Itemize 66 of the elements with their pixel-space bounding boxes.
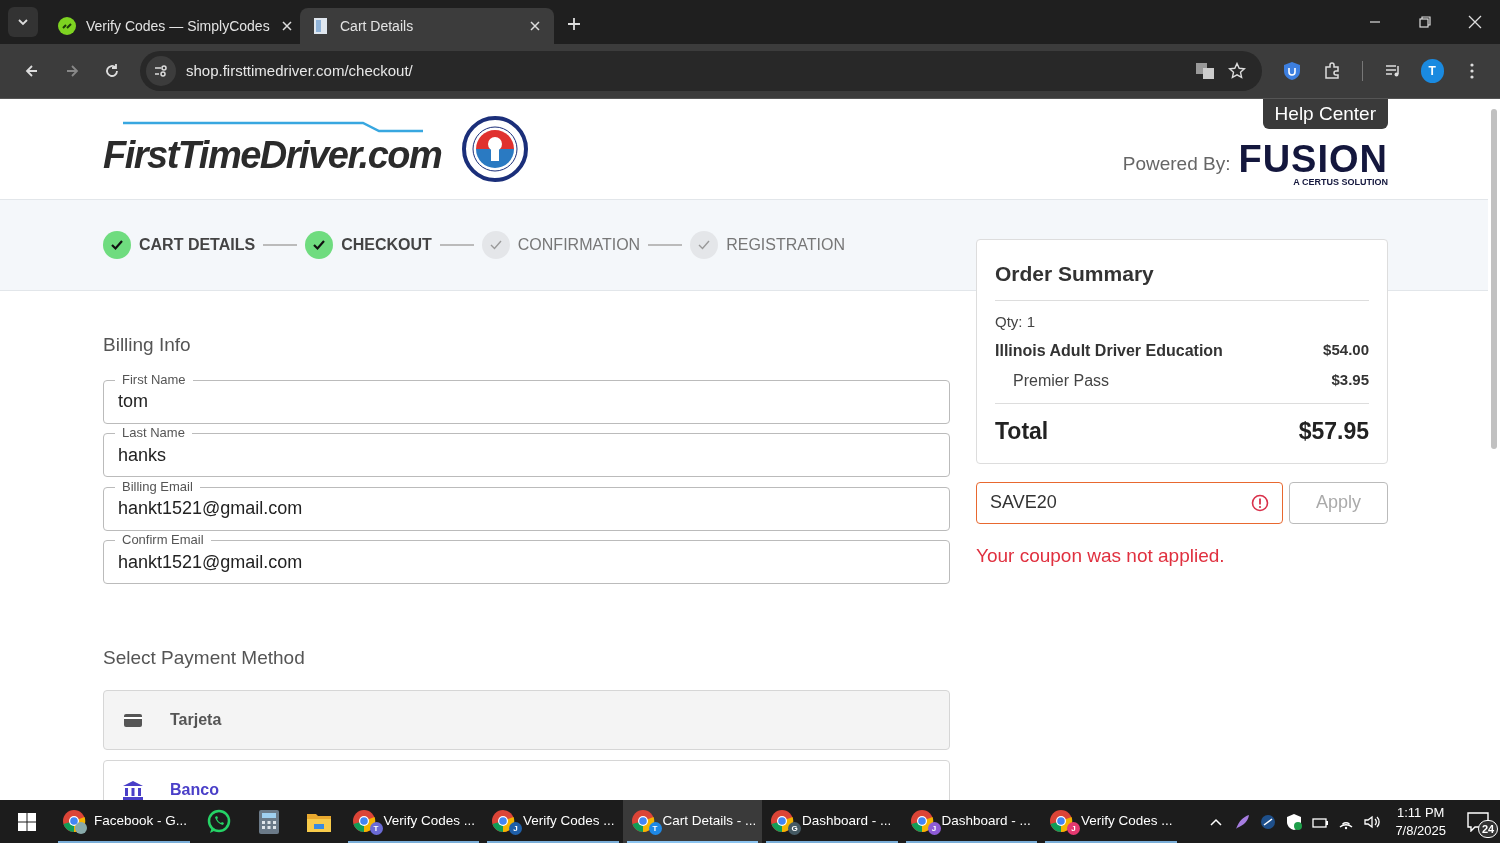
error-message: Your coupon was not applied. bbox=[976, 543, 1226, 568]
address-bar[interactable]: shop.firsttimedriver.com/checkout/ bbox=[140, 51, 1262, 91]
check-icon bbox=[103, 231, 131, 259]
translate-icon[interactable] bbox=[1193, 60, 1216, 82]
chrome-icon bbox=[62, 808, 88, 835]
scrollbar-thumb[interactable] bbox=[1491, 109, 1497, 449]
notification-count: 24 bbox=[1478, 820, 1498, 838]
tab-title: Verify Codes — SimplyCodes bbox=[86, 16, 270, 36]
payment-option[interactable]: Tarjeta bbox=[103, 689, 950, 750]
pending-check-icon bbox=[690, 231, 719, 259]
chrome-icon bbox=[491, 808, 517, 835]
section-title: Billing Info bbox=[103, 333, 192, 357]
site-logo[interactable]: FirstTimeDriver.com bbox=[103, 121, 446, 177]
total-label: Total bbox=[995, 417, 1049, 446]
taskbar-button[interactable]: J Verify Codes ... bbox=[483, 800, 623, 843]
step-label: CONFIRMATION bbox=[517, 235, 641, 255]
profile-avatar[interactable]: T bbox=[1420, 59, 1444, 83]
site-settings-icon[interactable] bbox=[146, 56, 176, 86]
taskbar-button[interactable]: G Dashboard - ... bbox=[762, 800, 902, 843]
section-title: Select Payment Method bbox=[103, 646, 306, 670]
url-text: shop.firsttimedriver.com/checkout/ bbox=[186, 60, 414, 81]
profile-badge: J bbox=[509, 822, 522, 835]
item-price: $3.95 bbox=[1331, 370, 1369, 390]
taskbar-button[interactable]: T Verify Codes ... bbox=[343, 800, 483, 843]
step-label: CHECKOUT bbox=[341, 235, 432, 255]
clock[interactable]: 1:11 PM 7/8/2025 bbox=[1385, 803, 1456, 840]
coupon-field[interactable]: SAVE20 bbox=[976, 481, 1283, 524]
help-center-button[interactable]: Help Center bbox=[1262, 99, 1388, 129]
profile-badge: G bbox=[788, 822, 801, 835]
notification-button[interactable]: 24 bbox=[1456, 800, 1500, 843]
document-icon bbox=[312, 17, 330, 35]
close-icon[interactable] bbox=[279, 19, 294, 33]
step-label: CART DETAILS bbox=[139, 235, 256, 255]
profile-badge: J bbox=[1067, 822, 1080, 835]
fusion-logo: FUSION A CERTUS SOLUTION bbox=[1238, 141, 1388, 187]
close-icon[interactable] bbox=[528, 19, 542, 33]
powered-by-label: Powered By: bbox=[1122, 151, 1231, 176]
browser-tab[interactable]: Verify Codes — SimplyCodes bbox=[46, 8, 300, 44]
link-icon bbox=[58, 17, 76, 35]
item-name: Premier Pass bbox=[1013, 371, 1110, 391]
chrome-icon bbox=[770, 808, 796, 835]
chat-app-icon bbox=[205, 808, 232, 835]
browser-tab[interactable]: Cart Details bbox=[300, 8, 554, 44]
bank-icon bbox=[122, 779, 144, 800]
taskbar-button[interactable]: T Cart Details - ... bbox=[622, 800, 762, 843]
star-icon[interactable] bbox=[1225, 60, 1248, 82]
chrome-icon bbox=[351, 808, 378, 835]
chrome-icon bbox=[630, 808, 657, 835]
chrome-icon bbox=[1049, 808, 1075, 835]
tab-title: Cart Details bbox=[340, 16, 415, 36]
payment-option[interactable]: Banco bbox=[103, 759, 950, 800]
item-name: Illinois Adult Driver Education bbox=[995, 341, 1223, 361]
taskbar-button[interactable]: Facebook - G... bbox=[54, 800, 194, 843]
seal-icon bbox=[461, 115, 530, 183]
total-amount: $57.95 bbox=[1298, 417, 1369, 446]
taskbar-button[interactable]: J Verify Codes ... bbox=[1041, 800, 1181, 843]
chrome-icon bbox=[909, 808, 936, 835]
taskbar-button[interactable]: J Dashboard - ... bbox=[901, 800, 1041, 843]
pending-check-icon bbox=[481, 231, 510, 259]
error-icon bbox=[1251, 493, 1269, 512]
summary-title: Order Summary bbox=[995, 258, 1369, 301]
step-label: REGISTRATION bbox=[726, 235, 845, 255]
quantity-text: Qty: 1 bbox=[995, 311, 1036, 332]
item-price: $54.00 bbox=[1323, 340, 1369, 360]
check-icon bbox=[305, 231, 334, 259]
dropdown-icon[interactable] bbox=[8, 7, 38, 37]
